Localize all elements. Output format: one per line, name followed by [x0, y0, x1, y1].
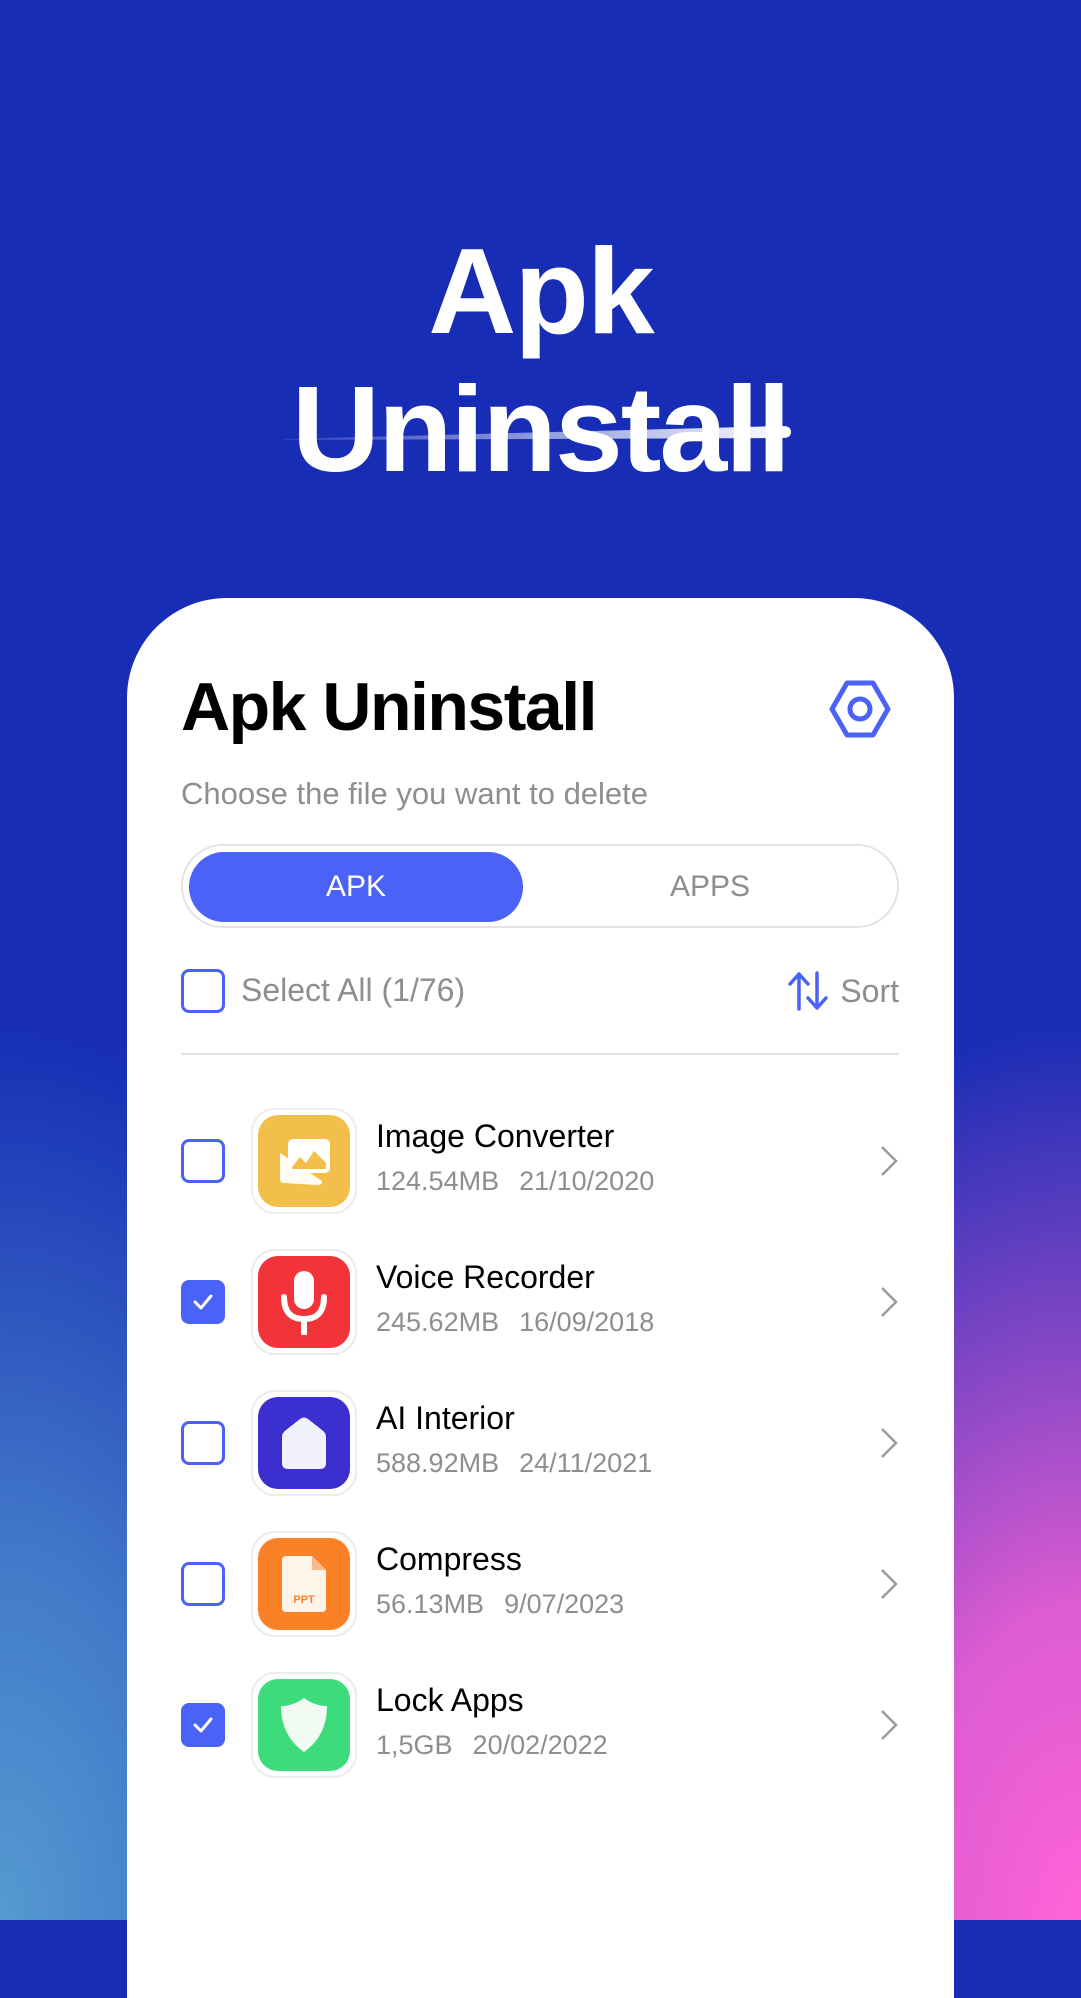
- hero-title-line1: Apk: [428, 222, 654, 359]
- chevron-right-icon: [881, 1569, 898, 1599]
- app-name: Lock Apps: [376, 1682, 524, 1718]
- tab-apps[interactable]: APPS: [543, 852, 877, 922]
- app-meta: 1,5GB 20/02/2022: [376, 1730, 608, 1761]
- app-size: 124.54MB: [376, 1166, 500, 1196]
- tab-switcher: APK APPS: [181, 844, 899, 928]
- app-icon: [258, 1679, 350, 1771]
- app-meta: 588.92MB 24/11/2021: [376, 1448, 652, 1479]
- hero-underline: [285, 426, 791, 440]
- sort-arrows-icon: [788, 971, 829, 1011]
- ppt-file-icon: PPT: [282, 1556, 326, 1612]
- divider: [181, 1053, 899, 1055]
- app-icon-frame: [251, 1390, 357, 1496]
- list-item[interactable]: Image Converter 124.54MB 21/10/2020: [181, 1108, 899, 1249]
- checkmark-icon: [193, 1294, 213, 1310]
- list-item[interactable]: PPT Compress 56.13MB 9/07/2023: [181, 1531, 899, 1672]
- list-item[interactable]: Lock Apps 1,5GB 20/02/2022: [181, 1672, 899, 1813]
- app-size: 588.92MB: [376, 1448, 500, 1478]
- app-name: Image Converter: [376, 1118, 615, 1154]
- image-gallery-icon: [280, 1139, 330, 1185]
- app-icon: PPT: [258, 1538, 350, 1630]
- app-icon: [258, 1256, 350, 1348]
- app-icon-frame: [251, 1108, 357, 1214]
- select-all-label[interactable]: Select All (1/76): [241, 972, 465, 1009]
- chevron-right-icon: [881, 1710, 898, 1740]
- select-toolbar: Select All (1/76) Sort: [181, 966, 899, 1016]
- select-all-checkbox[interactable]: [181, 969, 225, 1013]
- app-icon-frame: [251, 1249, 357, 1355]
- app-meta: 245.62MB 16/09/2018: [376, 1307, 654, 1338]
- app-icon: [258, 1115, 350, 1207]
- app-size: 56.13MB: [376, 1589, 485, 1619]
- house-icon: [282, 1417, 326, 1469]
- item-checkbox[interactable]: [181, 1139, 225, 1183]
- tab-apk[interactable]: APK: [189, 852, 523, 922]
- chevron-right-icon: [881, 1287, 898, 1317]
- sort-label: Sort: [840, 972, 899, 1009]
- sort-button[interactable]: Sort: [786, 966, 899, 1016]
- settings-button[interactable]: [827, 676, 893, 742]
- ppt-label: PPT: [293, 1594, 315, 1606]
- subtitle: Choose the file you want to delete: [181, 776, 649, 811]
- app-size: 245.62MB: [376, 1307, 500, 1337]
- app-date: 9/07/2023: [504, 1589, 625, 1619]
- settings-hex-icon: [829, 680, 891, 738]
- item-checkbox[interactable]: [181, 1703, 225, 1747]
- list-item[interactable]: Voice Recorder 245.62MB 16/09/2018: [181, 1249, 899, 1390]
- app-date: 21/10/2020: [519, 1166, 655, 1196]
- app-icon-frame: PPT: [251, 1531, 357, 1637]
- microphone-icon: [281, 1271, 327, 1335]
- hero-title: Apk Uninstall: [0, 222, 1081, 498]
- item-checkbox[interactable]: [181, 1562, 225, 1606]
- app-meta: 56.13MB 9/07/2023: [376, 1589, 624, 1620]
- app-icon: [258, 1397, 350, 1489]
- list-item[interactable]: AI Interior 588.92MB 24/11/2021: [181, 1390, 899, 1531]
- chevron-right-icon: [881, 1428, 898, 1458]
- shield-icon: [281, 1698, 327, 1752]
- app-card: Apk Uninstall Choose the file you want t…: [127, 598, 954, 1998]
- item-checkbox[interactable]: [181, 1280, 225, 1324]
- app-size: 1,5GB: [376, 1730, 453, 1760]
- checkmark-icon: [193, 1717, 213, 1733]
- app-name: AI Interior: [376, 1400, 515, 1436]
- app-date: 24/11/2021: [519, 1448, 653, 1478]
- app-icon-frame: [251, 1672, 357, 1778]
- app-name: Compress: [376, 1541, 522, 1577]
- chevron-right-icon: [881, 1146, 898, 1176]
- apk-list: Image Converter 124.54MB 21/10/2020 Voic…: [181, 1108, 899, 1813]
- app-name: Voice Recorder: [376, 1259, 595, 1295]
- page-title: Apk Uninstall: [181, 669, 598, 745]
- item-checkbox[interactable]: [181, 1421, 225, 1465]
- app-meta: 124.54MB 21/10/2020: [376, 1166, 654, 1197]
- app-date: 20/02/2022: [472, 1730, 608, 1760]
- app-date: 16/09/2018: [519, 1307, 655, 1337]
